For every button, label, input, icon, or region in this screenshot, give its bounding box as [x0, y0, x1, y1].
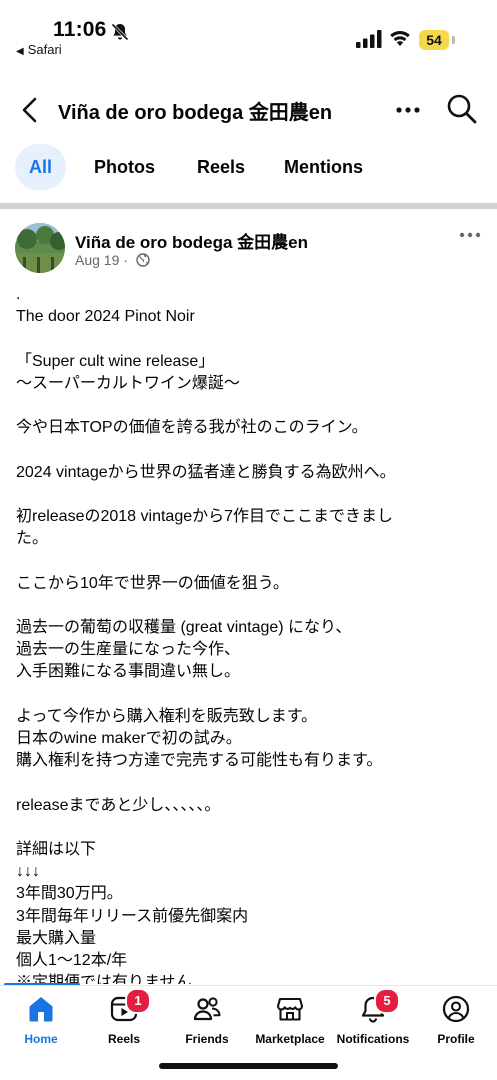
- post-text-line: 購入権利を持つ方達で完売する可能性も有ります。: [16, 752, 383, 770]
- post-text-line: た。: [16, 530, 49, 548]
- nav-marketplace[interactable]: Marketplace: [249, 986, 331, 1056]
- avatar[interactable]: [15, 223, 65, 273]
- battery-indicator: 54: [419, 30, 457, 50]
- post-text-line: [16, 439, 478, 461]
- reels-badge: 1: [125, 988, 151, 1014]
- friends-icon: [193, 997, 221, 1021]
- home-indicator: [159, 1063, 338, 1069]
- marketplace-icon: [276, 997, 304, 1021]
- back-triangle-icon: ◀: [16, 46, 24, 57]
- post-text-line: [16, 772, 478, 794]
- tab-all[interactable]: All: [15, 144, 67, 190]
- post-text-line: [16, 484, 478, 506]
- nav-home[interactable]: Home: [0, 986, 82, 1056]
- post-text-line: 〜スーパーカルトワイン爆誕〜: [16, 374, 240, 392]
- battery-level: 54: [426, 32, 442, 48]
- post-text-line: [16, 550, 478, 572]
- post-text-line: 日本のwine makerで初の試み。: [16, 729, 242, 747]
- post-text-line: 入手困難になる事間違い無し。: [16, 663, 241, 681]
- post-text-line: 最大購入量: [16, 929, 97, 947]
- post-date: Aug 19 ·: [75, 252, 128, 268]
- nav-friends-label: Friends: [185, 1032, 229, 1046]
- nav-reels-label: Reels: [107, 1032, 141, 1046]
- post-text-line: 過去一の葡萄の収穫量 (great vintage) になり、: [16, 618, 352, 636]
- nav-marketplace-label: Marketplace: [255, 1032, 325, 1046]
- nav-notifications-label: Notifications: [336, 1032, 410, 1046]
- post-text-line: ※定期便では有りません: [16, 974, 192, 984]
- post-text-line: [16, 595, 478, 617]
- search-icon[interactable]: [446, 93, 478, 125]
- back-app-label: Safari: [27, 42, 62, 57]
- page-title: Viña de oro bodega 金田農en: [58, 102, 333, 124]
- nav-notifications[interactable]: 5 Notifications: [332, 986, 414, 1056]
- post-text-line: 3年間30万円。: [16, 885, 123, 903]
- post-author[interactable]: Viña de oro bodega 金田農en: [75, 228, 308, 253]
- nav-profile[interactable]: Profile: [415, 986, 497, 1056]
- post-text-line: ここから10年で世界一の価値を狙う。: [16, 574, 289, 592]
- post-meta: Aug 19 ·: [75, 252, 150, 268]
- tab-mentions[interactable]: Mentions: [284, 144, 363, 190]
- page-header: Viña de oro bodega 金田農en: [0, 84, 497, 136]
- post-text-line: 過去一の生産量になった今作、: [16, 641, 241, 659]
- section-divider: [0, 203, 497, 209]
- post-text-line: 今や日本TOPの価値を誇る我が社のこのライン。: [16, 419, 368, 437]
- wifi-icon: [390, 30, 410, 46]
- home-icon: [29, 997, 53, 1022]
- notifications-badge: 5: [374, 988, 400, 1014]
- post-text-line: 3年間毎年リリース前優先御案内: [16, 907, 249, 925]
- back-arrow-icon[interactable]: [16, 96, 46, 124]
- nav-friends[interactable]: Friends: [166, 986, 248, 1056]
- nav-home-label: Home: [24, 1032, 58, 1046]
- nav-profile-label: Profile: [437, 1032, 475, 1046]
- nav-reels[interactable]: 1 Reels: [83, 986, 165, 1056]
- tab-photos[interactable]: Photos: [94, 144, 155, 190]
- avatar-image: [15, 223, 65, 273]
- profile-icon: [442, 995, 470, 1023]
- post-text-line: The door 2024 Pinot Noir: [16, 308, 195, 326]
- post-text-line: releaseまであと少し、、、、、。: [16, 796, 221, 814]
- post-text-line: [16, 395, 478, 417]
- globe-icon: [136, 253, 150, 267]
- post-text-line: 2024 vintageから世界の猛者達と勝負する為欧州へ。: [16, 463, 396, 481]
- status-bar: 11:06 ◀ Safari 54: [0, 0, 497, 64]
- back-to-app-link[interactable]: ◀ Safari: [16, 42, 62, 57]
- post-text-line: 初releaseの2018 vintageから7作目でここまできまし: [16, 507, 394, 525]
- post-text-line: [16, 328, 478, 350]
- post-text-line: [16, 684, 478, 706]
- post-text-line: 「Super cult wine release」: [16, 352, 215, 370]
- post-text-line: 個人1〜12本/年: [16, 951, 128, 969]
- post-more-icon[interactable]: [456, 228, 484, 242]
- cellular-signal-icon: [356, 30, 382, 48]
- post-text-line: 詳細は以下: [16, 840, 97, 858]
- more-options-icon[interactable]: [390, 96, 426, 124]
- post-text-line: .: [16, 286, 21, 303]
- post-text-line: よって今作から購入権利を販売致します。: [16, 707, 318, 725]
- post-text-line: [16, 817, 478, 839]
- post-text-line: ↓↓↓: [16, 863, 40, 881]
- tab-bar: All Photos Reels Mentions: [0, 144, 497, 192]
- tab-reels[interactable]: Reels: [197, 144, 245, 190]
- status-time: 11:06: [53, 18, 107, 41]
- bell-off-icon: [111, 23, 129, 41]
- post-text: . The door 2024 Pinot Noir 「Super cult win…: [16, 284, 478, 984]
